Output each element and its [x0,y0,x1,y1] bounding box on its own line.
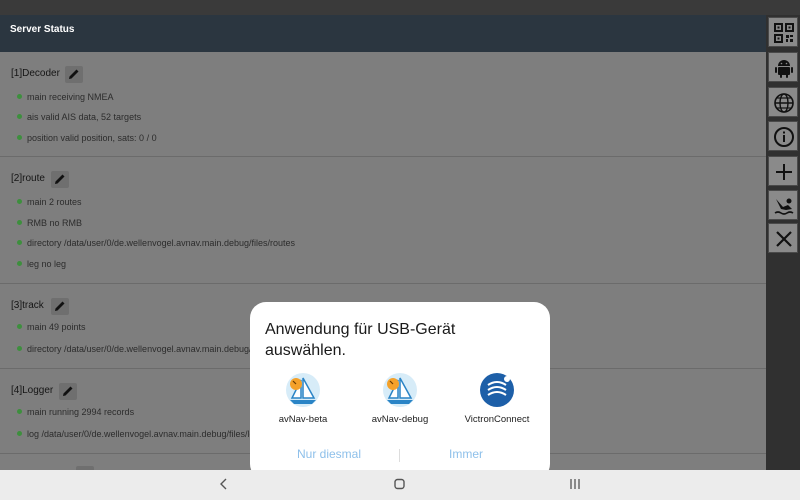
back-icon[interactable] [218,477,230,491]
usb-app-chooser-dialog: Anwendung für USB-Gerät auswählen. avNav… [250,302,550,480]
close-icon [776,231,792,247]
close-button[interactable] [768,223,798,253]
status-row: leg no leg [17,259,66,269]
edit-button[interactable] [51,298,69,315]
pencil-icon [55,174,65,184]
status-section-decoder: [1]Decoder main receiving NMEA ais valid… [0,52,766,157]
button-sidebar [766,15,800,470]
info-button[interactable] [768,121,798,151]
edit-button[interactable] [59,383,77,400]
status-row: ais valid AIS data, 52 targets [17,112,141,122]
edit-button[interactable] [51,171,69,188]
app-option-avnav-debug[interactable]: avNav-debug [355,372,445,425]
pencil-icon [55,301,65,311]
recent-apps-icon[interactable] [568,477,582,491]
status-ok-icon [17,114,22,120]
button-divider [399,449,400,462]
status-row: main running 2994 records [17,407,134,417]
status-row: main 2 routes [17,197,82,207]
android-icon [775,60,793,78]
status-ok-icon [17,199,22,205]
status-ok-icon [17,261,22,267]
status-ok-icon [17,220,22,226]
globe-button[interactable] [768,87,798,117]
app-option-victronconnect[interactable]: VictronConnect [452,372,542,425]
status-ok-icon [17,240,22,246]
system-navigation-bar [0,470,800,500]
home-icon[interactable] [393,477,406,491]
status-row: main 49 points [17,322,86,332]
app-label: avNav-beta [278,414,328,425]
anchor-watch-button[interactable] [768,190,798,220]
anchor-watch-icon [774,198,794,215]
app-label: avNav-debug [371,414,429,425]
section-title: [4]Logger [11,385,54,396]
avnav-icon [286,373,320,407]
avnav-icon [383,373,417,407]
app-option-avnav-beta[interactable]: avNav-beta [258,372,348,425]
android-button[interactable] [768,52,798,82]
app-label: VictronConnect [464,414,530,425]
dialog-title: Anwendung für USB-Gerät auswählen. [265,321,456,359]
pencil-icon [63,386,73,396]
edit-button[interactable] [65,66,83,83]
system-status-bar [0,0,800,15]
always-button[interactable]: Immer [449,447,483,461]
status-row: log /data/user/0/de.wellenvogel.avnav.ma… [17,429,264,439]
section-title: [3]track [11,300,44,311]
status-row: main receiving NMEA [17,92,114,102]
pencil-icon [69,69,79,79]
qr-code-button[interactable] [768,17,798,47]
info-icon [774,127,794,147]
add-button[interactable] [768,156,798,186]
victron-icon [480,373,514,407]
status-row: directory /data/user/0/de.wellenvogel.av… [17,238,295,248]
section-title: [2]route [11,173,45,184]
status-ok-icon [17,431,22,437]
app-header: Server Status [0,15,766,52]
status-section-route: [2]route main 2 routes RMB no RMB direct… [0,157,766,284]
qr-code-icon [774,23,794,43]
globe-icon [774,93,794,113]
plus-icon [776,164,792,180]
just-once-button[interactable]: Nur diesmal [297,447,361,461]
status-ok-icon [17,346,22,352]
status-row: RMB no RMB [17,218,82,228]
page-title: Server Status [10,24,75,35]
status-row: position valid position, sats: 0 / 0 [17,133,157,143]
status-ok-icon [17,324,22,330]
status-ok-icon [17,94,22,100]
status-ok-icon [17,135,22,141]
section-title: [1]Decoder [11,68,60,79]
status-ok-icon [17,409,22,415]
